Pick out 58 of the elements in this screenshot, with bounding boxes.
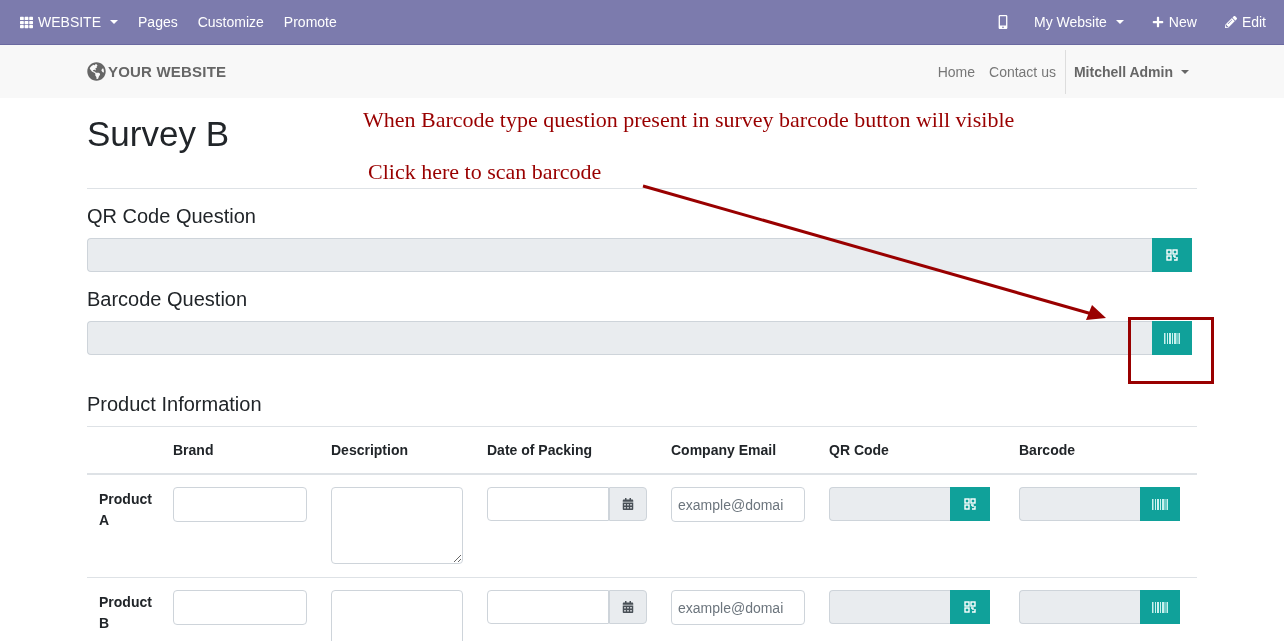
edit-button[interactable]: Edit bbox=[1210, 14, 1274, 30]
qr-code-icon bbox=[964, 498, 976, 510]
website-menu[interactable]: My Website bbox=[1020, 14, 1138, 30]
top-menu-item[interactable]: Customize bbox=[187, 14, 274, 30]
email-input-field[interactable]: example@domai bbox=[671, 487, 805, 522]
website-logo[interactable]: YOUR WEBSITE bbox=[87, 62, 227, 81]
barcode-scan-button[interactable] bbox=[1140, 590, 1180, 624]
text-input-field[interactable] bbox=[173, 487, 307, 522]
row-label: Product B bbox=[99, 593, 153, 633]
barcode-scan-button[interactable] bbox=[1152, 321, 1192, 355]
barcode-icon bbox=[1164, 332, 1180, 344]
calendar-button[interactable] bbox=[609, 487, 647, 521]
column-header: QR Code bbox=[829, 427, 1019, 475]
nav-link[interactable]: Home bbox=[930, 63, 982, 80]
calendar-button[interactable] bbox=[609, 590, 647, 624]
instruction-text: Click here to scan barcode bbox=[368, 159, 602, 185]
annotation-note: When Barcode type question present in survey barcode button will visible bbox=[363, 107, 1015, 133]
question-label: Barcode Question bbox=[87, 287, 249, 312]
plus-icon bbox=[1151, 16, 1164, 28]
new-button[interactable]: New bbox=[1137, 14, 1211, 30]
pencil-icon bbox=[1224, 16, 1237, 28]
email-input-field[interactable]: example@domai bbox=[671, 590, 805, 625]
barcode-icon bbox=[1152, 498, 1168, 510]
calendar-icon bbox=[622, 498, 634, 510]
column-header: Date of Packing bbox=[487, 427, 671, 475]
column-header: Barcode bbox=[1019, 427, 1197, 475]
apps-menu[interactable]: WEBSITE bbox=[10, 14, 128, 30]
globe-icon bbox=[87, 62, 106, 81]
qr-scan-button[interactable] bbox=[1152, 238, 1192, 272]
barcode-icon bbox=[1152, 601, 1168, 613]
answer-field[interactable] bbox=[87, 238, 1152, 272]
grid-icon bbox=[20, 15, 33, 29]
top-menu-item[interactable]: Pages bbox=[128, 14, 188, 30]
column-header: Description bbox=[331, 427, 487, 475]
calendar-icon bbox=[622, 601, 634, 613]
date-input-field[interactable] bbox=[487, 487, 609, 521]
row-label: Product A bbox=[99, 490, 153, 530]
qr-scan-button[interactable] bbox=[950, 590, 990, 624]
nav-link[interactable]: Contact us bbox=[982, 63, 1063, 80]
scan-result-field[interactable] bbox=[829, 590, 950, 624]
text-input-field[interactable] bbox=[173, 590, 307, 625]
top-menu-item[interactable]: Promote bbox=[273, 14, 347, 30]
column-header: Company Email bbox=[671, 427, 829, 475]
column-header: Brand bbox=[173, 427, 331, 475]
qr-scan-button[interactable] bbox=[950, 487, 990, 521]
qr-code-icon bbox=[1166, 249, 1178, 261]
barcode-scan-button[interactable] bbox=[1140, 487, 1180, 521]
scan-result-field[interactable] bbox=[829, 487, 950, 521]
textarea-field[interactable] bbox=[331, 487, 463, 564]
qr-code-icon bbox=[964, 601, 976, 613]
scan-result-field[interactable] bbox=[1019, 590, 1140, 624]
answer-field[interactable] bbox=[87, 321, 1152, 355]
mobile-phone-icon bbox=[996, 15, 1010, 29]
question-label: QR Code Question bbox=[87, 204, 257, 229]
scan-result-field[interactable] bbox=[1019, 487, 1140, 521]
matrix-question-title: Product Information bbox=[87, 355, 1197, 427]
date-input-field[interactable] bbox=[487, 590, 609, 624]
user-menu[interactable]: Mitchell Admin bbox=[1064, 49, 1197, 94]
